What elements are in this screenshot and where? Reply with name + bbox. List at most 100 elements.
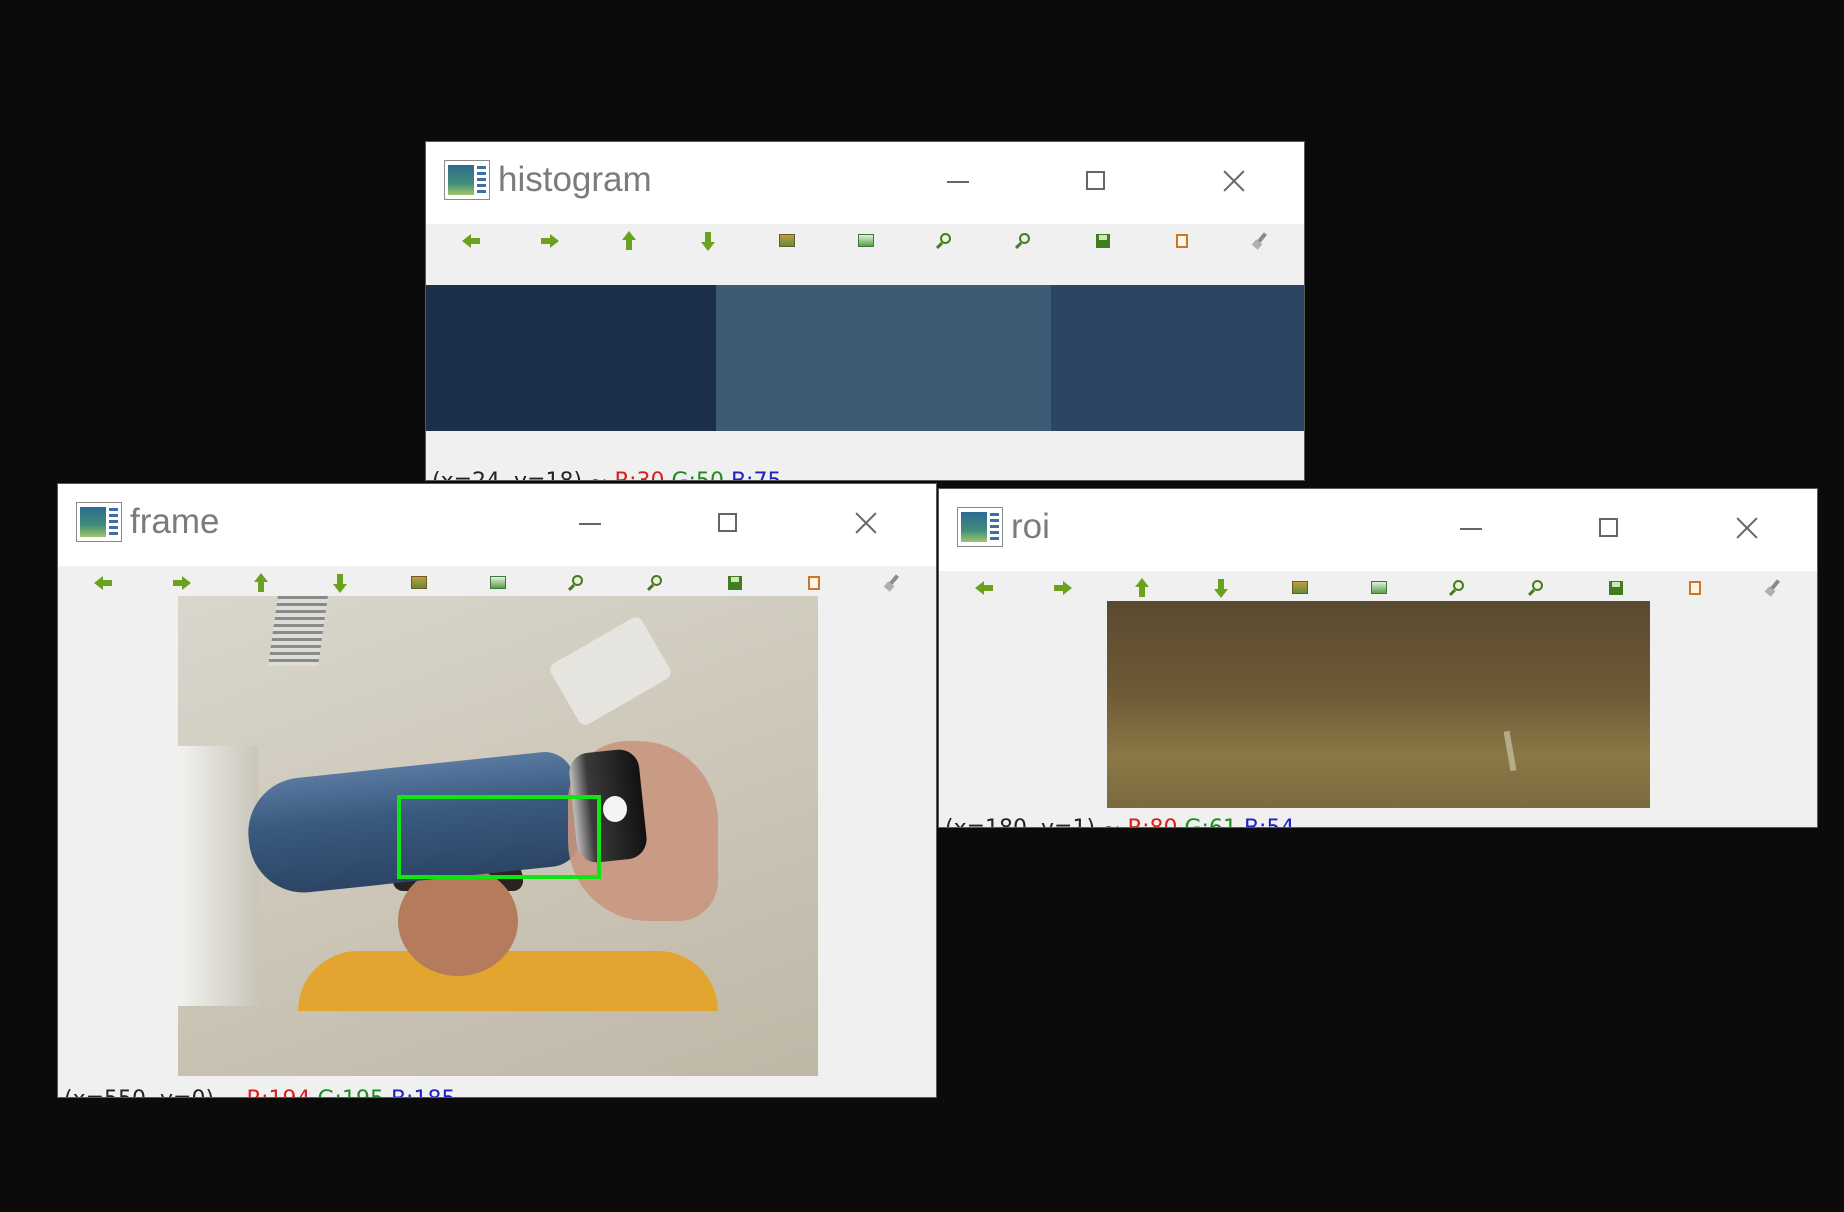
status-bar: (x=180, y=1) ~ R:80 G:61 B:54 xyxy=(945,816,1295,827)
pan-down-button[interactable] xyxy=(1210,577,1232,599)
pan-left-button[interactable] xyxy=(973,577,995,599)
close-icon[interactable] xyxy=(1732,513,1762,543)
arrow-down-icon xyxy=(1210,577,1232,599)
properties-button[interactable] xyxy=(1250,230,1272,252)
zoom-out-button[interactable] xyxy=(645,572,667,594)
status-g: G:195 xyxy=(318,1087,384,1097)
arrow-right-icon xyxy=(171,572,193,594)
histogram-band-3 xyxy=(1050,285,1304,431)
save-icon xyxy=(728,576,742,590)
status-g: G:50 xyxy=(672,469,724,480)
zoom-fit-button[interactable] xyxy=(487,572,509,594)
properties-button[interactable] xyxy=(882,572,904,594)
image-icon xyxy=(411,576,427,589)
image-fit-icon xyxy=(490,576,506,589)
arrow-down-icon xyxy=(697,230,719,252)
status-bar: (x=550, y=0) ~ R:194 G:195 B:185 xyxy=(64,1087,456,1097)
pan-down-button[interactable] xyxy=(329,572,351,594)
minimize-icon[interactable] xyxy=(575,508,605,538)
status-r: R:194 xyxy=(246,1087,310,1097)
arrow-down-icon xyxy=(329,572,351,594)
status-coords: (x=180, y=1) ~ xyxy=(945,816,1120,827)
camera-frame-image[interactable] xyxy=(178,596,818,1076)
minimize-icon[interactable] xyxy=(1456,513,1486,543)
save-icon xyxy=(1096,234,1110,248)
zoom-in-button[interactable] xyxy=(566,572,588,594)
arrow-left-icon xyxy=(973,577,995,599)
zoom-original-button[interactable] xyxy=(408,572,430,594)
status-g: G:61 xyxy=(1185,816,1237,827)
zoom-fit-button[interactable] xyxy=(1368,577,1390,599)
zoom-out-button[interactable] xyxy=(1013,230,1035,252)
app-icon xyxy=(444,160,490,200)
pan-down-button[interactable] xyxy=(697,230,719,252)
zoom-original-button[interactable] xyxy=(1289,577,1311,599)
copy-button[interactable] xyxy=(1684,577,1706,599)
app-icon xyxy=(957,507,1003,547)
histogram-titlebar[interactable]: histogram xyxy=(426,142,1304,224)
pan-right-button[interactable] xyxy=(539,230,561,252)
minimize-icon[interactable] xyxy=(943,166,973,196)
pan-left-button[interactable] xyxy=(92,572,114,594)
window-title: histogram xyxy=(498,160,652,199)
close-icon[interactable] xyxy=(851,508,881,538)
save-button[interactable] xyxy=(1092,230,1114,252)
close-icon[interactable] xyxy=(1219,166,1249,196)
arrow-right-icon xyxy=(539,230,561,252)
histogram-bars xyxy=(426,285,1304,431)
status-b: B:54 xyxy=(1244,816,1295,827)
status-coords: (x=550, y=0) ~ xyxy=(64,1087,239,1097)
arrow-left-icon xyxy=(460,230,482,252)
zoom-in-button[interactable] xyxy=(934,230,956,252)
maximize-icon[interactable] xyxy=(1081,166,1111,196)
histogram-window: histogram (x=24, y=18) ~ R:30 G:50 B:75 xyxy=(425,141,1305,481)
save-button[interactable] xyxy=(724,572,746,594)
pan-up-button[interactable] xyxy=(1131,577,1153,599)
arrow-up-icon xyxy=(250,572,272,594)
arrow-up-icon xyxy=(1131,577,1153,599)
frame-titlebar[interactable]: frame xyxy=(58,484,936,566)
arrow-up-icon xyxy=(618,230,640,252)
person-face xyxy=(398,866,518,976)
image-fit-icon xyxy=(858,234,874,247)
zoom-fit-button[interactable] xyxy=(855,230,877,252)
window-light xyxy=(178,746,258,1006)
roi-rectangle xyxy=(397,795,601,879)
status-r: R:30 xyxy=(614,469,664,480)
pan-right-button[interactable] xyxy=(1052,577,1074,599)
save-button[interactable] xyxy=(1605,577,1627,599)
roi-image[interactable] xyxy=(1107,601,1650,808)
histogram-toolbar xyxy=(426,224,1304,260)
pan-up-button[interactable] xyxy=(618,230,640,252)
copy-button[interactable] xyxy=(1171,230,1193,252)
cap-highlight xyxy=(603,796,627,822)
histogram-canvas[interactable] xyxy=(426,285,1304,431)
save-icon xyxy=(1609,581,1623,595)
arrow-right-icon xyxy=(1052,577,1074,599)
maximize-icon[interactable] xyxy=(1594,513,1624,543)
copy-button[interactable] xyxy=(803,572,825,594)
roi-pixels xyxy=(1107,601,1650,808)
status-b: B:185 xyxy=(391,1087,456,1097)
image-icon xyxy=(779,234,795,247)
person-shirt xyxy=(298,951,718,1011)
clipboard-icon xyxy=(1176,234,1188,248)
status-r: R:80 xyxy=(1127,816,1177,827)
ceiling-vent xyxy=(268,596,328,666)
properties-button[interactable] xyxy=(1763,577,1785,599)
zoom-original-button[interactable] xyxy=(776,230,798,252)
status-bar: (x=24, y=18) ~ R:30 G:50 B:75 xyxy=(432,469,781,480)
zoom-out-button[interactable] xyxy=(1526,577,1548,599)
zoom-in-button[interactable] xyxy=(1447,577,1469,599)
image-fit-icon xyxy=(1371,581,1387,594)
status-coords: (x=24, y=18) ~ xyxy=(432,469,607,480)
pan-up-button[interactable] xyxy=(250,572,272,594)
histogram-band-1 xyxy=(426,285,717,431)
maximize-icon[interactable] xyxy=(713,508,743,538)
histogram-band-2 xyxy=(716,285,1051,431)
roi-titlebar[interactable]: roi xyxy=(939,489,1817,571)
arrow-left-icon xyxy=(92,572,114,594)
image-icon xyxy=(1292,581,1308,594)
pan-left-button[interactable] xyxy=(460,230,482,252)
pan-right-button[interactable] xyxy=(171,572,193,594)
